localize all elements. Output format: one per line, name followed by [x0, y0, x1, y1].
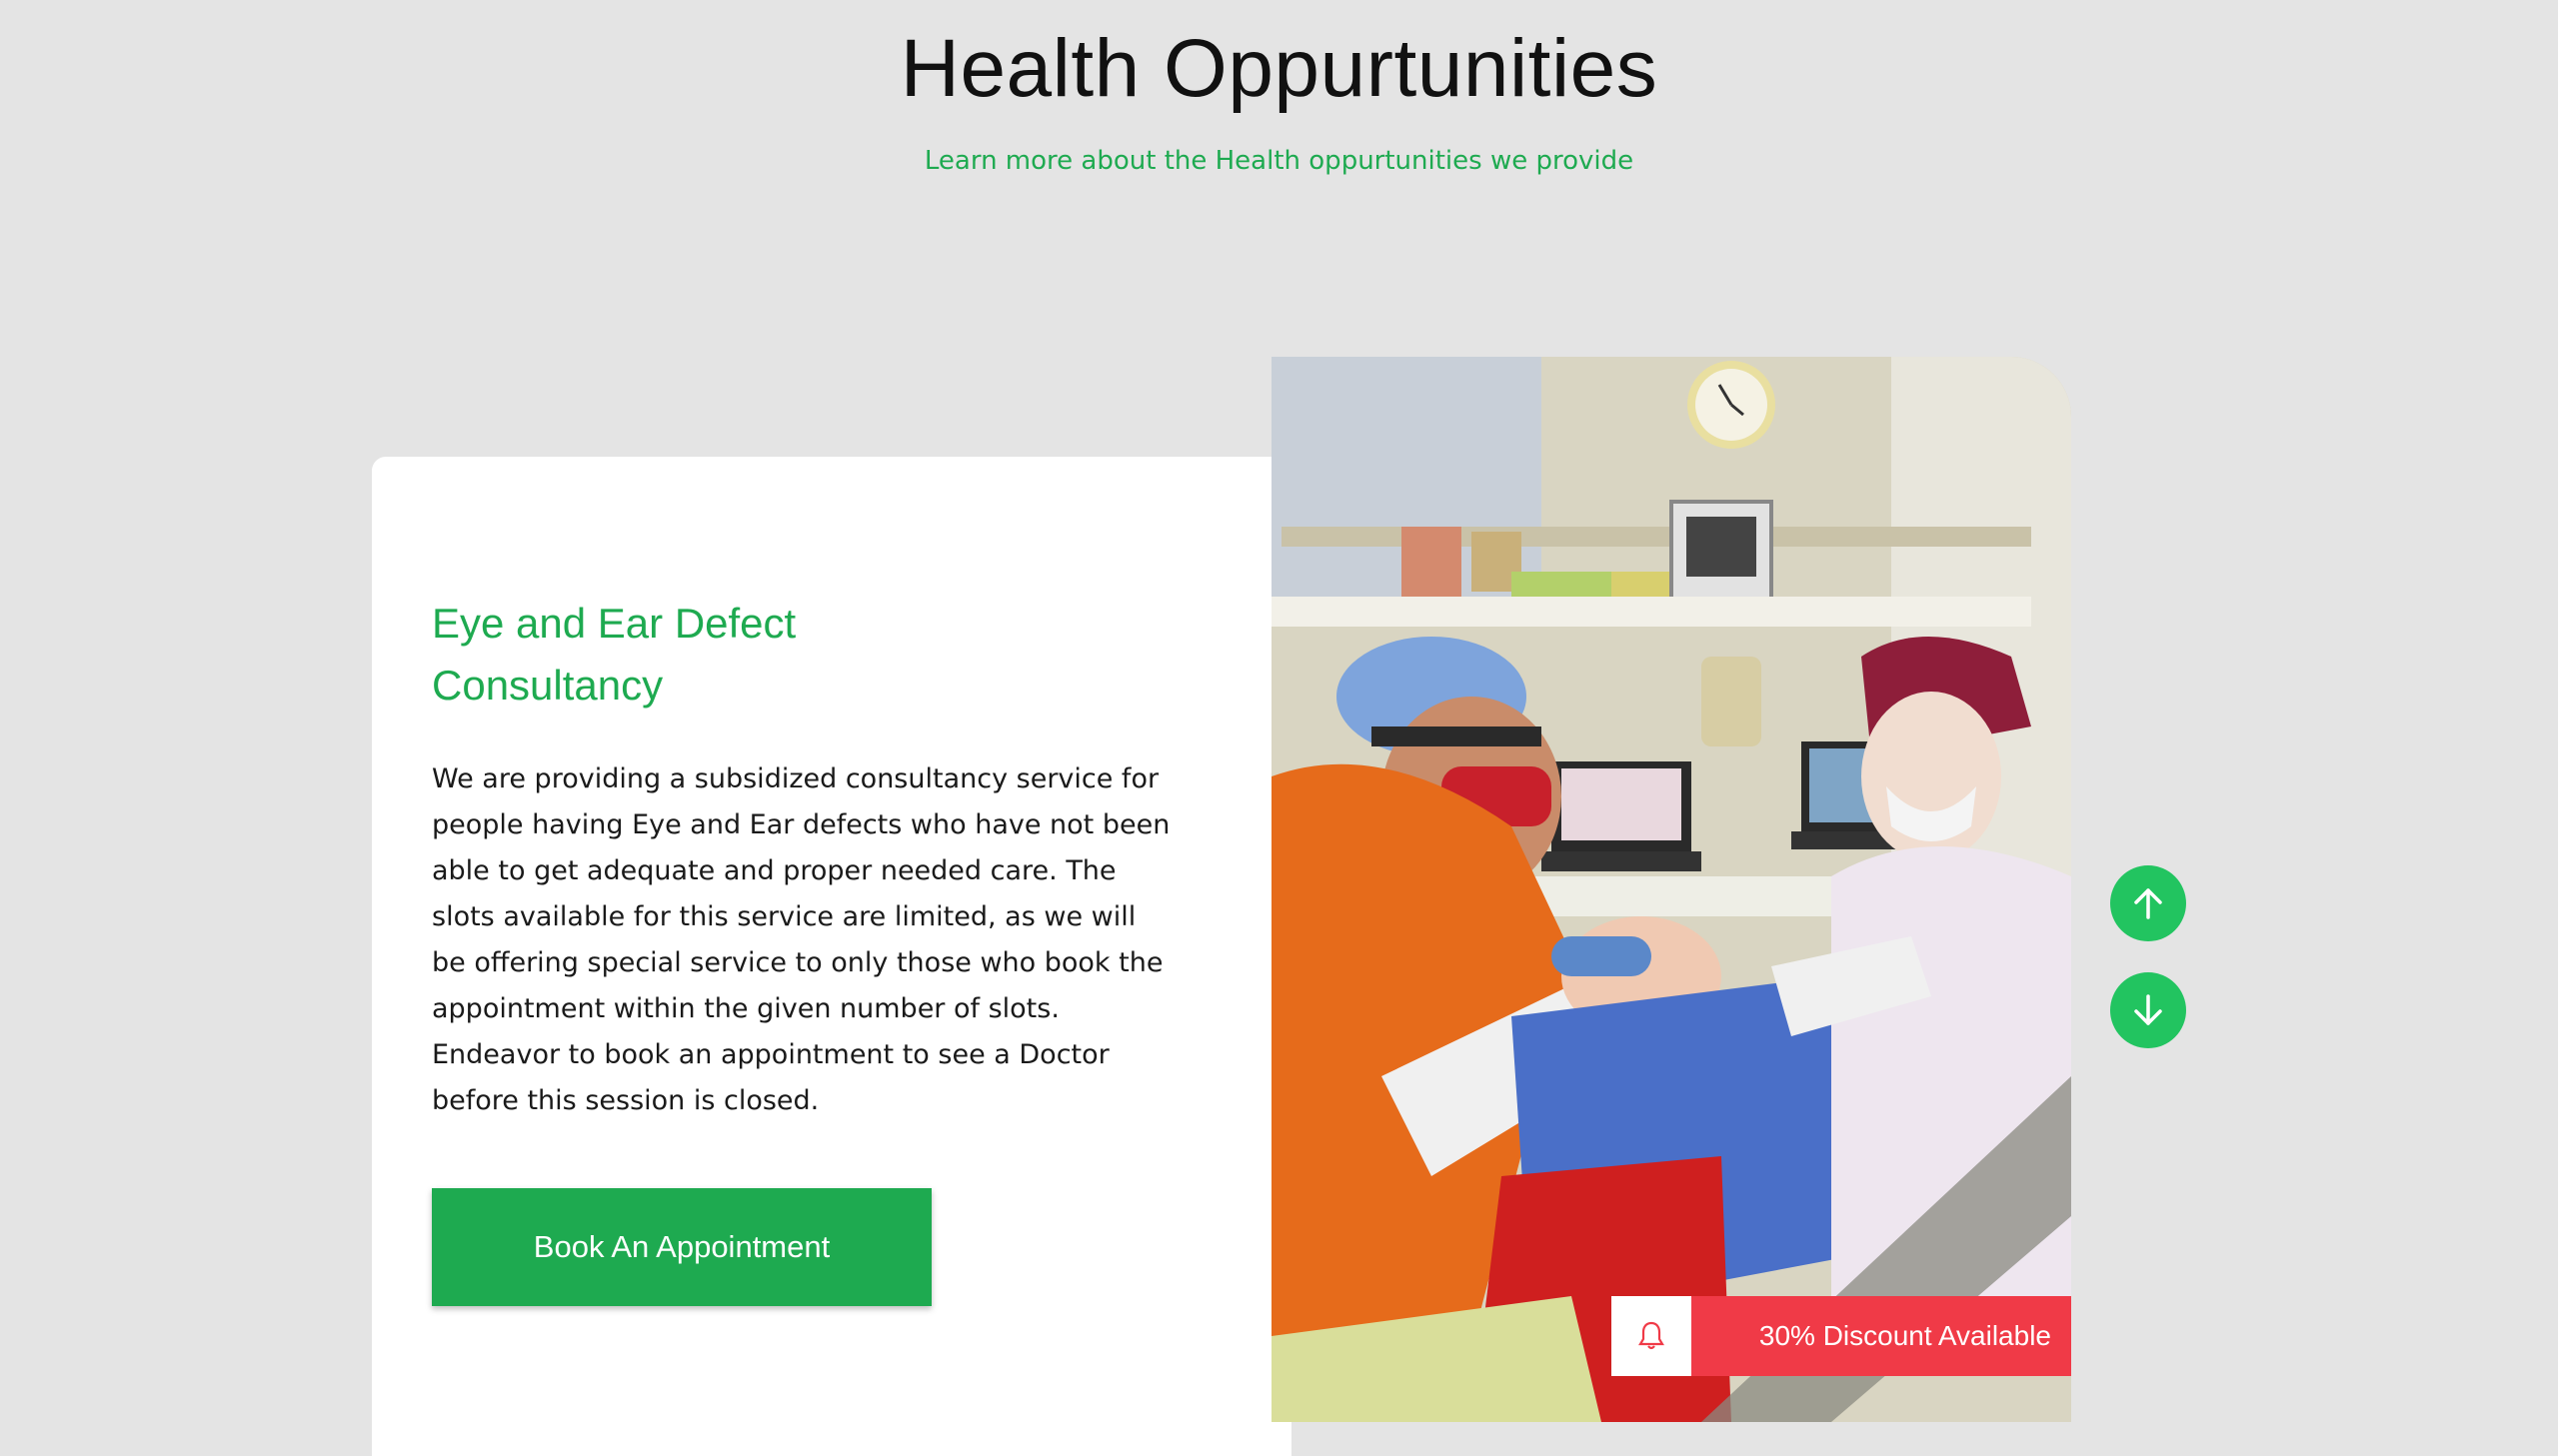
- page-subtitle: Learn more about the Health oppurtunitie…: [924, 146, 1634, 176]
- scroll-down-button[interactable]: [2110, 972, 2186, 1048]
- arrow-up-icon: [2134, 888, 2162, 919]
- book-appointment-button[interactable]: Book An Appointment: [432, 1188, 932, 1306]
- discount-label: 30% Discount Available: [1691, 1296, 2071, 1376]
- scroll-up-button[interactable]: [2110, 865, 2186, 941]
- dental-clinic-photo: [1272, 357, 2071, 1422]
- service-card: Eye and Ear Defect Consultancy We are pr…: [372, 457, 1291, 1456]
- page-title: Health Oppurtunities: [900, 23, 1658, 114]
- service-description: We are providing a subsidized consultanc…: [432, 763, 1171, 1116]
- bell-icon: [1611, 1296, 1691, 1376]
- discount-banner[interactable]: 30% Discount Available: [1611, 1296, 2071, 1376]
- arrow-down-icon: [2134, 994, 2162, 1025]
- service-title: Eye and Ear Defect Consultancy: [432, 600, 797, 709]
